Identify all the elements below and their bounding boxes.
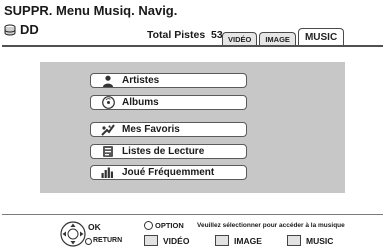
total-tracks-value: 53 — [211, 29, 223, 41]
menu-item-label: Listes de Lecture — [122, 146, 205, 157]
menu-item-mes-favoris[interactable]: Mes Favoris — [90, 122, 247, 137]
hint-text: Veuillez sélectionner pour accéder à la … — [197, 222, 345, 229]
total-tracks: Total Pistes 53 — [147, 29, 223, 41]
header-divider — [2, 45, 383, 47]
hdd-icon — [4, 24, 16, 35]
disc-label: DD — [20, 22, 39, 37]
page-title: SUPPR. Menu Musiq. Navig. — [4, 3, 178, 18]
return-label: RETURN — [93, 237, 123, 244]
person-icon — [101, 74, 115, 87]
total-tracks-label: Total Pistes — [147, 29, 206, 41]
playlist-icon — [101, 145, 115, 158]
footer: OK RETURN OPTION Veuillez sélectionner p… — [0, 216, 385, 252]
tab-video[interactable]: VIDÉO — [222, 32, 258, 46]
frequently-played-icon — [101, 166, 115, 179]
dpad-icon[interactable] — [60, 221, 86, 247]
disc-icon — [101, 96, 115, 109]
return-icon[interactable] — [85, 238, 92, 245]
menu-item-joue-frequemment[interactable]: Joué Fréquemment — [90, 165, 247, 180]
disc-indicator: DD — [4, 22, 39, 37]
header: SUPPR. Menu Musiq. Navig. DD Total Piste… — [0, 0, 385, 46]
ok-label: OK — [88, 222, 101, 232]
menu-item-label: Albums — [122, 97, 159, 108]
menu-item-label: Joué Fréquemment — [122, 167, 215, 178]
image-color-label: IMAGE — [234, 236, 262, 246]
music-color-button[interactable] — [287, 235, 301, 246]
menu-item-label: Mes Favoris — [122, 124, 180, 135]
menu-item-listes-de-lecture[interactable]: Listes de Lecture — [90, 144, 247, 159]
image-color-button[interactable] — [215, 235, 229, 246]
video-color-button[interactable] — [144, 235, 158, 246]
music-color-label: MUSIC — [306, 236, 334, 246]
video-color-label: VIDÉO — [163, 236, 190, 246]
favorite-music-icon — [101, 123, 115, 136]
option-label: OPTION — [155, 221, 184, 230]
tab-music[interactable]: MUSIC — [297, 28, 345, 46]
menu-item-label: Artistes — [122, 75, 160, 86]
menu-item-artistes[interactable]: Artistes — [90, 73, 247, 88]
media-tabs: VIDÉO IMAGE MUSIC — [222, 28, 346, 46]
tab-image[interactable]: IMAGE — [259, 32, 296, 46]
option-icon[interactable] — [144, 221, 153, 230]
footer-divider — [2, 214, 383, 215]
menu-item-albums[interactable]: Albums — [90, 95, 247, 110]
